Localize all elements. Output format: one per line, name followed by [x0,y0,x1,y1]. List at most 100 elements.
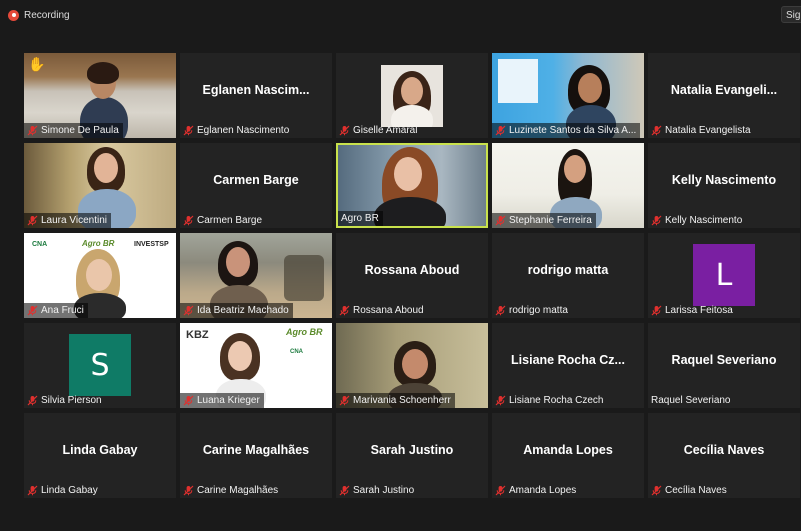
cattle-scene [284,255,324,301]
cna-logo: CNA [290,349,303,355]
mic-muted-icon [495,485,506,496]
gallery-grid: ✋ Simone De Paula Eglanen Nascim... Egla… [24,53,800,498]
participant-tile[interactable]: Sarah Justino Sarah Justino [336,413,488,498]
participant-tile[interactable]: Laura Vicentini [24,143,176,228]
participant-tile[interactable]: L Larissa Feitosa [648,233,800,318]
participant-label: rodrigo matta [492,303,572,318]
mic-muted-icon [651,305,662,316]
participant-display-name: Natalia Evangeli... [670,83,778,97]
participant-label: Simone De Paula [24,123,123,138]
participant-tile[interactable]: Natalia Evangeli... Natalia Evangelista [648,53,800,138]
participant-tile[interactable]: Carine Magalhães Carine Magalhães [180,413,332,498]
mic-muted-icon [495,125,506,136]
participant-tile[interactable]: Giselle Amaral [336,53,488,138]
participant-display-name: Carine Magalhães [202,443,310,457]
participant-label: Agro BR [338,211,383,226]
participant-label: Amanda Lopes [492,483,580,498]
avatar: S [69,334,131,396]
participant-label: Carine Magalhães [180,483,282,498]
participant-label: Raquel Severiano [651,395,731,406]
mic-muted-icon [27,125,38,136]
participant-tile[interactable]: Amanda Lopes Amanda Lopes [492,413,644,498]
participant-display-name: Amanda Lopes [523,443,613,457]
participant-label: Marivania Schoenherr [336,393,455,408]
mic-muted-icon [651,485,662,496]
mic-muted-icon [183,305,194,316]
participant-tile[interactable]: Carmen Barge Carmen Barge [180,143,332,228]
kbz-logo: KBZ [186,329,209,341]
participant-tile[interactable]: Linda Gabay Linda Gabay [24,413,176,498]
participant-tile[interactable]: Eglanen Nascim... Eglanen Nascimento [180,53,332,138]
profile-photo [381,65,443,127]
mic-muted-icon [495,215,506,226]
participant-label: Linda Gabay [24,483,102,498]
mic-muted-icon [27,395,38,406]
participant-display-name: Kelly Nascimento [671,173,777,187]
mic-muted-icon [651,215,662,226]
participant-tile-active-speaker[interactable]: Agro BR [336,143,488,228]
mic-muted-icon [27,305,38,316]
whiteboard [498,59,538,103]
raised-hand-icon: ✋ [28,56,46,72]
recording-indicator[interactable]: Recording [8,7,70,23]
participant-label: Natalia Evangelista [648,123,755,138]
mic-muted-icon [339,305,350,316]
participant-tile[interactable]: KBZ Agro BR CNA Luana Krieger [180,323,332,408]
participant-tile[interactable]: CNA Agro BR INVESTSP Ana Fruci [24,233,176,318]
mic-muted-icon [183,395,194,406]
participant-tile[interactable]: Stephanie Ferreira [492,143,644,228]
participant-display-name: Linda Gabay [62,443,138,457]
mic-muted-icon [495,305,506,316]
agro-br-logo: Agro BR [82,239,115,248]
participant-display-name: Eglanen Nascim... [202,83,310,97]
recording-icon [8,9,19,21]
participant-label: Larissa Feitosa [648,303,737,318]
participant-tile[interactable]: Marivania Schoenherr [336,323,488,408]
participant-display-name: Sarah Justino [370,443,454,457]
mic-muted-icon [339,395,350,406]
participant-tile[interactable]: Luzinete Santos da Silva A... [492,53,644,138]
mic-muted-icon [339,125,350,136]
cna-logo: CNA [32,241,48,248]
participant-label: Luzinete Santos da Silva A... [492,123,641,138]
participant-display-name: rodrigo matta [527,263,609,277]
recording-label: Recording [24,9,70,21]
sign-in-button[interactable]: Sign [781,6,801,23]
participant-tile[interactable]: Raquel Severiano Raquel Severiano [648,323,800,408]
mic-muted-icon [651,125,662,136]
participant-tile[interactable]: Kelly Nascimento Kelly Nascimento [648,143,800,228]
participant-label: Eglanen Nascimento [180,123,293,138]
participant-display-name: Cecília Naves [683,443,765,457]
mic-muted-icon [183,215,194,226]
participant-label: Kelly Nascimento [648,213,746,228]
participant-display-name: Carmen Barge [213,173,299,187]
mic-muted-icon [183,485,194,496]
participant-label: Ida Beatriz Machado [180,303,293,318]
participant-tile[interactable]: rodrigo matta rodrigo matta [492,233,644,318]
participant-display-name: Rossana Aboud [364,263,460,277]
avatar: L [693,244,755,306]
participant-label: Giselle Amaral [336,123,421,138]
participant-display-name: Lisiane Rocha Cz... [511,353,625,367]
participant-tile[interactable]: S Silvia Pierson [24,323,176,408]
participant-label: Stephanie Ferreira [492,213,596,228]
participant-tile[interactable]: Cecília Naves Cecília Naves [648,413,800,498]
participant-display-name: Raquel Severiano [671,353,777,367]
participant-tile[interactable]: Ida Beatriz Machado [180,233,332,318]
participant-tile[interactable]: ✋ Simone De Paula [24,53,176,138]
participant-label: Laura Vicentini [24,213,111,228]
participant-tile[interactable]: Rossana Aboud Rossana Aboud [336,233,488,318]
top-bar: Recording Sign [0,0,801,30]
mic-muted-icon [27,485,38,496]
mic-muted-icon [495,395,506,406]
mic-muted-icon [183,125,194,136]
participant-label: Lisiane Rocha Czech [492,393,608,408]
mic-muted-icon [339,485,350,496]
participant-label: Carmen Barge [180,213,266,228]
agro-br-logo: Agro BR [286,327,323,337]
participant-tile[interactable]: Lisiane Rocha Cz... Lisiane Rocha Czech [492,323,644,408]
participant-label: Silvia Pierson [24,393,106,408]
participant-label: Cecília Naves [648,483,731,498]
participant-label: Ana Fruci [24,303,88,318]
participant-label: Sarah Justino [336,483,418,498]
